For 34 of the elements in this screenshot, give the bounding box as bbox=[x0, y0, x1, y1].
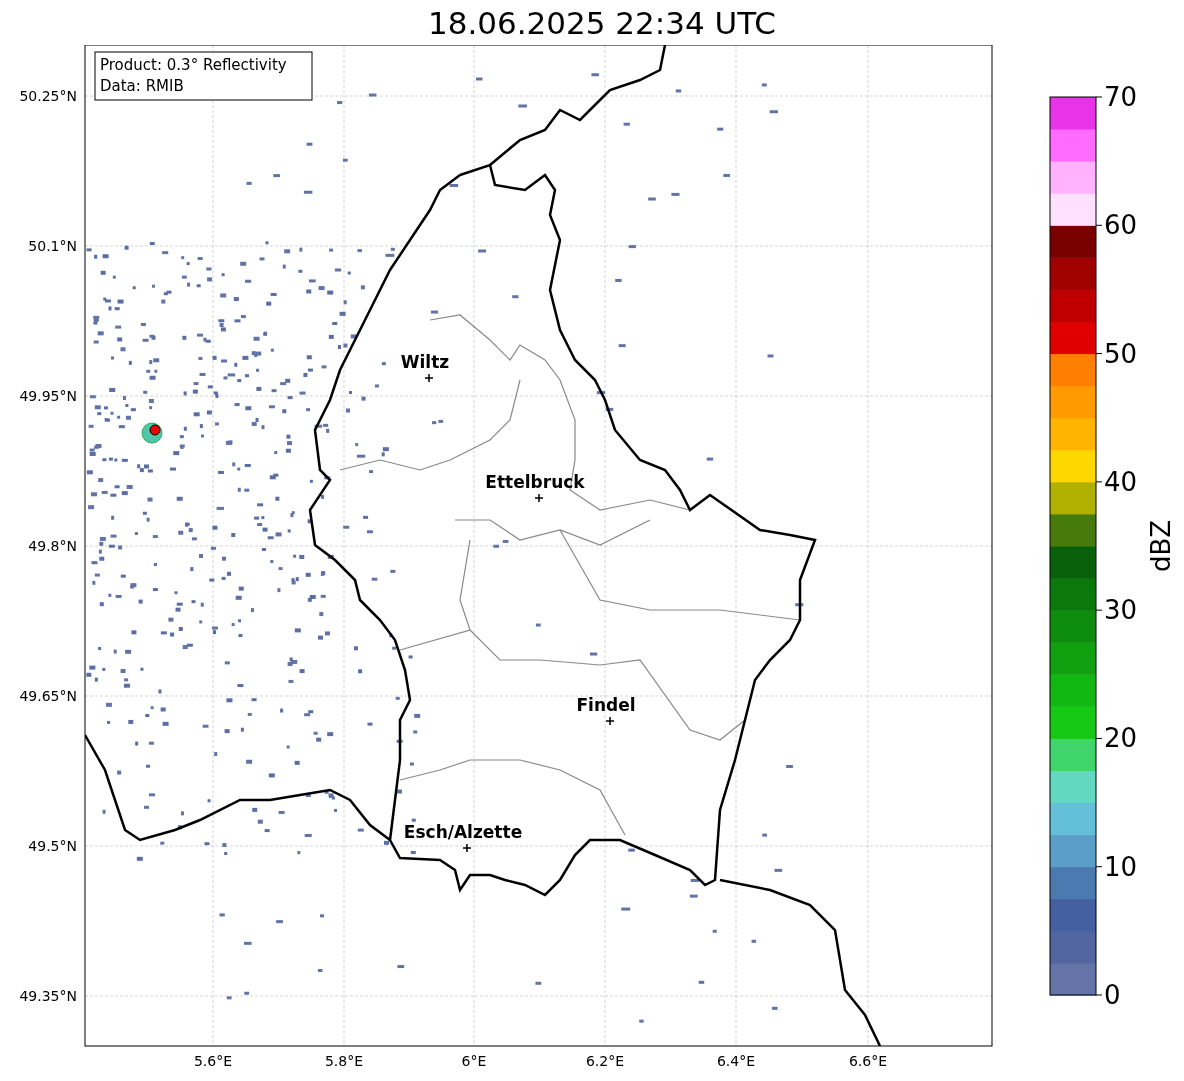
latitude-label: 49.8°N bbox=[28, 538, 77, 554]
colorbar-tick-label: 70 bbox=[1104, 82, 1138, 112]
colorbar-tick-label: 10 bbox=[1104, 851, 1138, 882]
info-text: Data: RMIB bbox=[100, 77, 184, 95]
radar-site-icon bbox=[141, 422, 163, 444]
colorbar-tick-label: 40 bbox=[1104, 466, 1138, 497]
city-marker-icon bbox=[534, 493, 544, 503]
info-text: Product: 0.3° Reflectivity bbox=[100, 56, 287, 74]
city-label: Esch/Alzette bbox=[403, 822, 523, 842]
colorbar-tick-label: 50 bbox=[1104, 338, 1138, 369]
latitude-label: 49.5°N bbox=[28, 838, 77, 854]
longitude-label: 5.8°E bbox=[324, 1053, 364, 1069]
city-marker-icon bbox=[462, 843, 472, 853]
latitude-label: 49.35°N bbox=[19, 988, 77, 1004]
latitude-label: 50.1°N bbox=[28, 238, 77, 254]
longitude-label: 6°E bbox=[461, 1053, 487, 1069]
colorbar-axis-label: dBZ bbox=[1146, 519, 1176, 573]
colorbar-tick-label: 0 bbox=[1104, 980, 1121, 1010]
city-label: Ettelbruck bbox=[485, 472, 585, 492]
city-marker-icon bbox=[605, 716, 615, 726]
city-label: Findel bbox=[576, 695, 636, 715]
latitude-label: 49.95°N bbox=[19, 388, 77, 404]
longitude-label: 6.6°E bbox=[848, 1053, 888, 1069]
city-label: Wiltz bbox=[400, 352, 450, 372]
colorbar-tick-label: 20 bbox=[1104, 723, 1138, 754]
latitude-label: 50.25°N bbox=[19, 88, 77, 104]
city-marker-icon bbox=[424, 373, 434, 383]
longitude-label: 5.6°E bbox=[193, 1053, 233, 1069]
longitude-label: 6.4°E bbox=[716, 1053, 756, 1069]
colorbar-tick-label: 30 bbox=[1104, 595, 1138, 626]
colorbar-tick-label: 60 bbox=[1104, 210, 1138, 241]
longitude-label: 6.2°E bbox=[585, 1053, 625, 1069]
chart-title: 18.06.2025 22:34 UTC bbox=[428, 4, 776, 41]
latitude-label: 49.65°N bbox=[19, 688, 77, 704]
